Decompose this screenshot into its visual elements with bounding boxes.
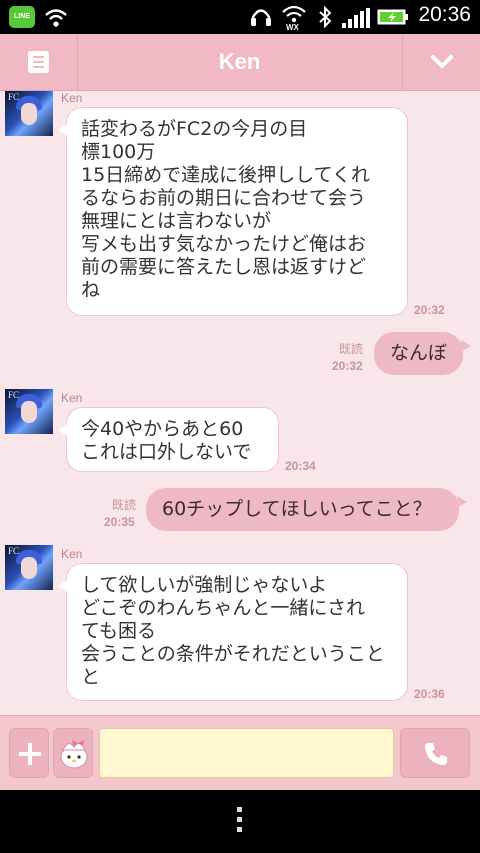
call-button[interactable]: [400, 728, 470, 778]
header-toggle-button[interactable]: [402, 34, 480, 90]
message-line: るならお前の期日に合わせて会う: [81, 187, 367, 209]
menu-button[interactable]: [0, 34, 78, 90]
sender-name: Ken: [61, 91, 83, 105]
headphones-icon: [251, 9, 271, 26]
navigation-bar: [0, 790, 480, 853]
message-line: どこぞのわんちゃんと一緒にされ: [81, 597, 366, 619]
signal-icon: [342, 8, 370, 28]
message-time: 20:34: [285, 459, 316, 473]
battery-charging-icon: [377, 9, 408, 25]
wifi-icon: [45, 9, 67, 27]
message-line: 前の需要に答えたし恩は返すけど: [81, 256, 367, 278]
sticker-icon: [60, 740, 88, 769]
message-time: 20:32: [414, 303, 445, 317]
read-receipt: 既読: [112, 498, 137, 512]
message-line: と: [81, 666, 101, 688]
avatar[interactable]: FC: [5, 389, 53, 434]
add-button[interactable]: [9, 728, 49, 778]
message-time: 20:32: [332, 359, 363, 373]
incoming-message[interactable]: 今40やからあと60 これは口外しないで: [58, 407, 279, 472]
incoming-message[interactable]: 話変わるがFC2の今月の目 標100万 15日締めで達成に後押ししてくれ るなら…: [58, 107, 408, 316]
message-line: 無理にとは言わないが: [81, 210, 272, 232]
message-list[interactable]: FC Ken 話変わるがFC2の今月の目 標100万 15日締めで達成に後押しし…: [0, 91, 480, 715]
message-line: して欲しいが強制じゃないよ: [81, 574, 328, 596]
message-line: 会うことの条件がそれだということ: [81, 643, 385, 665]
message-line: 標100万: [81, 141, 156, 163]
outgoing-message[interactable]: 60チップしてほしいってこと？: [146, 488, 467, 531]
message-line: これは口外しないで: [81, 441, 252, 463]
avatar[interactable]: FC: [5, 91, 53, 136]
sticker-button[interactable]: [53, 728, 93, 778]
message-line: ね: [81, 279, 101, 301]
input-bar: [0, 715, 480, 791]
wifi-wx-icon: WX: [282, 5, 306, 30]
status-bar: LINE WX 20:36: [0, 0, 480, 34]
message-input[interactable]: [99, 728, 394, 778]
clock: 20:36: [418, 3, 471, 26]
chat-title: Ken: [218, 49, 261, 74]
message-time: 20:36: [414, 687, 445, 701]
message-line: 写メも出す気なかったけど俺はお: [81, 233, 367, 255]
message-line: 話変わるがFC2の今月の目: [81, 118, 308, 140]
sender-name: Ken: [61, 391, 83, 405]
message-time: 20:35: [104, 515, 135, 529]
read-receipt: 既読: [339, 342, 364, 356]
message-line: ても困る: [81, 620, 157, 642]
overflow-menu-icon[interactable]: [237, 807, 243, 837]
sender-name: Ken: [61, 547, 83, 561]
incoming-message[interactable]: して欲しいが強制じゃないよ どこぞのわんちゃんと一緒にされ ても困る 会うことの…: [58, 563, 408, 701]
phone-icon: [425, 743, 447, 765]
bluetooth-icon: [319, 6, 332, 28]
chevron-down-icon: [431, 55, 453, 68]
message-line: 15日締めで達成に後押ししてくれ: [81, 164, 371, 186]
outgoing-message[interactable]: なんぼ: [374, 332, 472, 375]
svg-text:WX: WX: [286, 23, 300, 30]
list-icon: [28, 51, 49, 73]
chat-header: Ken: [0, 34, 480, 91]
avatar[interactable]: FC: [5, 545, 53, 590]
message-line: 今40やからあと60: [81, 418, 244, 440]
line-icon: LINE: [9, 6, 35, 28]
